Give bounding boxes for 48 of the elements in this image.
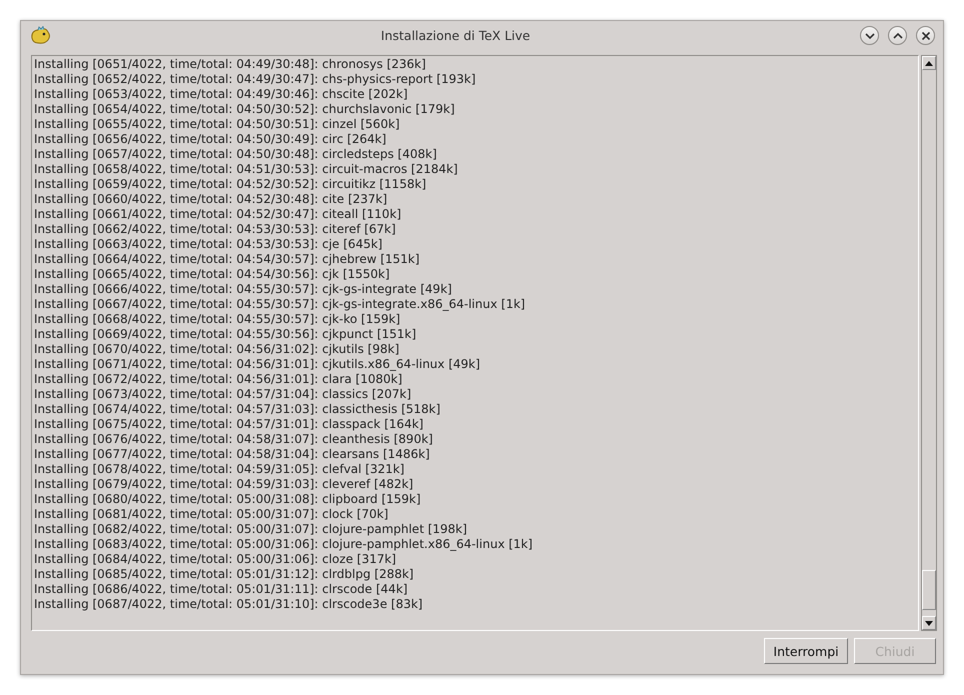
log-line: Installing [0674/4022, time/total: 04:57/31:03]: classicthesis [518k] — [34, 402, 442, 417]
log-line: Installing [0686/4022, time/total: 05:01/31:11]: clrscode [44k] — [34, 582, 409, 597]
log-line: Installing [0675/4022, time/total: 04:57/31:01]: classpack [164k] — [34, 417, 424, 432]
log-line: Installing [0664/4022, time/total: 04:54/30:57]: cjhebrew [151k] — [34, 252, 421, 267]
log-line: Installing [0666/4022, time/total: 04:55/30:57]: cjk-gs-integrate [49k] — [34, 282, 453, 297]
log-line: Installing [0684/4022, time/total: 05:00/31:06]: cloze [317k] — [34, 552, 398, 567]
log-line: Installing [0651/4022, time/total: 04:49/30:48]: chronosys [236k] — [34, 57, 427, 72]
scrollbar[interactable] — [921, 55, 937, 631]
log-line: Installing [0668/4022, time/total: 04:55/30:57]: cjk-ko [159k] — [34, 312, 402, 327]
minimize-button[interactable] — [860, 26, 879, 45]
log-line: Installing [0672/4022, time/total: 04:56/31:01]: clara [1080k] — [34, 372, 404, 387]
log-line: Installing [0677/4022, time/total: 04:58/31:04]: clearsans [1486k] — [34, 447, 431, 462]
log-line: Installing [0657/4022, time/total: 04:50/30:48]: circledsteps [408k] — [34, 147, 438, 162]
log-line: Installing [0661/4022, time/total: 04:52/30:47]: citeall [110k] — [34, 207, 402, 222]
log-line: Installing [0667/4022, time/total: 04:55/30:57]: cjk-gs-integrate.x86_64-linux [1k] — [34, 297, 526, 312]
log-line: Installing [0671/4022, time/total: 04:56/31:01]: cjkutils.x86_64-linux [49k] — [34, 357, 482, 372]
window-title: Installazione di TeX Live — [380, 28, 532, 43]
log-line: Installing [0656/4022, time/total: 04:50/30:49]: circ [264k] — [34, 132, 388, 147]
chevron-up-icon — [892, 32, 902, 40]
log-line: Installing [0681/4022, time/total: 05:00/31:07]: clock [70k] — [34, 507, 390, 522]
log-line: Installing [0655/4022, time/total: 04:50/30:51]: cinzel [560k] — [34, 117, 401, 132]
log-line: Installing [0676/4022, time/total: 04:58/31:07]: cleanthesis [890k] — [34, 432, 434, 447]
log-line: Installing [0669/4022, time/total: 04:55/30:56]: cjkpunct [151k] — [34, 327, 418, 342]
log-line: Installing [0660/4022, time/total: 04:52/30:48]: cite [237k] — [34, 192, 388, 207]
log-line: Installing [0652/4022, time/total: 04:49/30:47]: chs-physics-report [193k] — [34, 72, 477, 87]
log-line: Installing [0665/4022, time/total: 04:54/30:56]: cjk [1550k] — [34, 267, 391, 282]
log-line: Installing [0670/4022, time/total: 04:56/31:02]: cjkutils [98k] — [34, 342, 400, 357]
log-line: Installing [0663/4022, time/total: 04:53/30:53]: cje [645k] — [34, 237, 384, 252]
scroll-thumb[interactable] — [922, 570, 936, 610]
creature-icon — [29, 26, 51, 46]
log-line: Installing [0673/4022, time/total: 04:57/31:04]: classics [207k] — [34, 387, 412, 402]
log-line: Installing [0687/4022, time/total: 05:01/31:10]: clrscode3e [83k] — [34, 597, 424, 612]
log-line: Installing [0679/4022, time/total: 04:59/31:03]: cleveref [482k] — [34, 477, 414, 492]
log-line: Installing [0682/4022, time/total: 05:00/31:07]: clojure-pamphlet [198k] — [34, 522, 468, 537]
log-line: Installing [0658/4022, time/total: 04:51/30:53]: circuit-macros [2184k] — [34, 162, 459, 177]
log-line: Installing [0685/4022, time/total: 05:01/31:12]: clrdblpg [288k] — [34, 567, 415, 582]
close-button[interactable] — [916, 26, 935, 45]
log-line: Installing [0662/4022, time/total: 04:53/30:53]: citeref [67k] — [34, 222, 397, 237]
log-line: Installing [0683/4022, time/total: 05:00/31:06]: clojure-pamphlet.x86_64-linux [1k] — [34, 537, 534, 552]
close-icon — [920, 30, 930, 40]
chevron-down-icon — [864, 32, 874, 40]
log-line: Installing [0680/4022, time/total: 05:00/31:08]: clipboard [159k] — [34, 492, 422, 507]
log-line: Installing [0659/4022, time/total: 04:52/30:52]: circuitikz [1158k] — [34, 177, 428, 192]
log-line: Installing [0678/4022, time/total: 04:59/31:05]: clefval [321k] — [34, 462, 406, 477]
log-line: Installing [0654/4022, time/total: 04:50/30:52]: churchslavonic [179k] — [34, 102, 456, 117]
maximize-button[interactable] — [888, 26, 907, 45]
dialog-button[interactable]: Interrompi — [764, 638, 848, 664]
log-line: Installing [0653/4022, time/total: 04:49/30:46]: chscite [202k] — [34, 87, 409, 102]
